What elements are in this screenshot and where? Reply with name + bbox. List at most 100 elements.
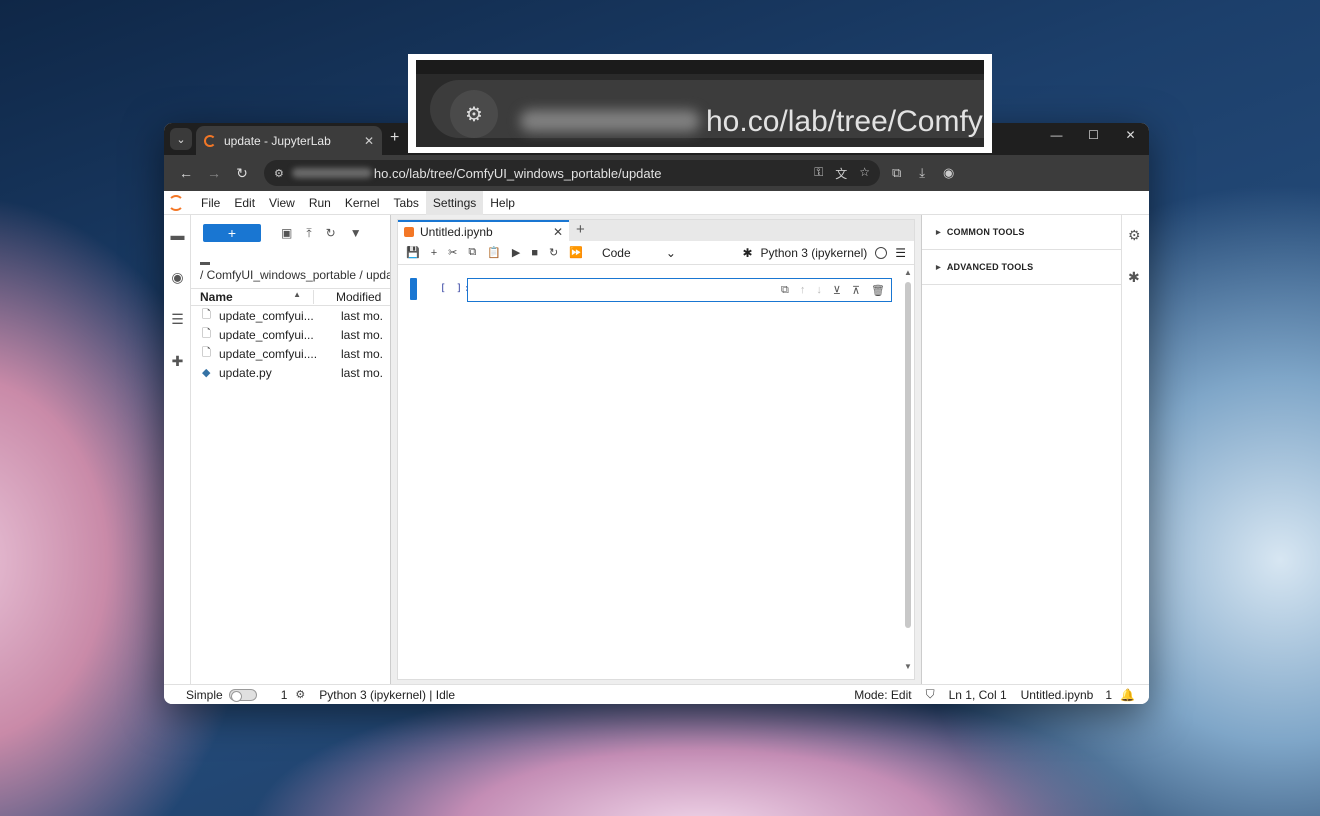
- bell-icon[interactable]: 🔔: [1120, 688, 1135, 702]
- duplicate-cell-icon[interactable]: ⧉: [781, 284, 789, 297]
- cell-type-dropdown[interactable]: Code ⌄: [602, 246, 676, 260]
- simple-mode-toggle[interactable]: [228, 688, 257, 702]
- terminal-count[interactable]: 1: [281, 688, 288, 702]
- new-launcher-button[interactable]: +: [203, 224, 261, 242]
- menu-edit[interactable]: Edit: [227, 191, 262, 215]
- table-of-contents-icon[interactable]: ☰: [169, 311, 186, 328]
- breadcrumb-path[interactable]: / ComfyUI_windows_portable / update: [200, 268, 390, 282]
- list-item[interactable]: 🗋 update_comfyui... last mo.: [191, 306, 390, 325]
- menu-file[interactable]: File: [194, 191, 227, 215]
- minimize-button[interactable]: —: [1038, 123, 1075, 147]
- menu-help[interactable]: Help: [483, 191, 522, 215]
- kernel-name[interactable]: Python 3 (ipykernel): [761, 246, 868, 260]
- file-browser: + ▣ ⤒ ↻ ▼ ▬ / ComfyUI_windows_portable /…: [191, 215, 391, 684]
- list-item[interactable]: 🗋 update_comfyui... last mo.: [191, 325, 390, 344]
- insert-above-icon[interactable]: ⊻: [833, 284, 841, 297]
- shield-check-icon[interactable]: ⛉: [926, 687, 935, 702]
- file-icon: 🗋: [202, 347, 211, 359]
- close-tab-icon[interactable]: ✕: [364, 134, 374, 148]
- profile-icon[interactable]: ◉: [943, 165, 954, 181]
- new-folder-icon[interactable]: ▣: [281, 226, 292, 240]
- advanced-tools-section[interactable]: ▶ ADVANCED TOOLS: [922, 250, 1121, 285]
- notebook-toolbar: 💾 + ✂ ⧉ 📋 ▶ ■ ↻ ⏩ Code ⌄ ✱ Python 3 (ipyk…: [398, 241, 914, 265]
- site-info-icon[interactable]: ⚙: [274, 167, 284, 180]
- debugger-bug-icon[interactable]: ✱: [1128, 269, 1140, 286]
- close-window-button[interactable]: ✕: [1112, 123, 1149, 147]
- back-button[interactable]: ←: [172, 159, 200, 187]
- menu-settings[interactable]: Settings: [425, 190, 484, 215]
- run-icon[interactable]: ▶: [512, 246, 520, 259]
- tab-search-button[interactable]: ⌄: [170, 128, 192, 150]
- fast-forward-icon[interactable]: ⏩: [569, 246, 583, 259]
- copy-icon[interactable]: ⧉: [468, 246, 476, 259]
- menu-tabs[interactable]: Tabs: [387, 191, 426, 215]
- kernel-indicator: ✱ Python 3 (ipykernel) ☰: [742, 246, 906, 260]
- edit-mode-text: Mode: Edit: [854, 687, 912, 702]
- code-cell[interactable]: [ ]: ⧉ ↑ ↓ ⊻ ⊼ 🗑: [410, 278, 894, 302]
- menu-kernel[interactable]: Kernel: [338, 191, 387, 215]
- insert-cell-icon[interactable]: +: [431, 247, 437, 259]
- status-bar: Simple 1 ⚙ Python 3 (ipykernel) | Idle M…: [164, 684, 1149, 704]
- column-name-header[interactable]: Name ▲: [191, 290, 313, 304]
- scroll-down-icon[interactable]: ▼: [904, 662, 912, 671]
- refresh-icon[interactable]: ↻: [326, 226, 336, 240]
- zoom-callout: ⚙ ho.co/lab/tree/ComfyUI_: [408, 54, 992, 153]
- browser-window: ⌄ update - JupyterLab ✕ + — ☐ ✕ ← → ↻ ⚙ …: [164, 123, 1149, 704]
- move-up-icon[interactable]: ↑: [800, 284, 806, 297]
- upload-icon[interactable]: ⤒: [306, 226, 311, 241]
- insert-below-icon[interactable]: ⊼: [852, 284, 860, 297]
- filter-icon[interactable]: ▼: [350, 226, 362, 240]
- browser-toolbar: ← → ↻ ⚙ ho.co/lab/tree/ComfyUI_windows_p…: [164, 155, 1149, 191]
- restart-icon[interactable]: ↻: [549, 246, 558, 259]
- file-name: update_comfyui....: [219, 346, 318, 361]
- cell-editor[interactable]: ⧉ ↑ ↓ ⊻ ⊼ 🗑: [467, 278, 892, 302]
- password-key-icon[interactable]: ⚿: [814, 165, 823, 182]
- file-modified: last mo.: [341, 308, 384, 323]
- cell-collapser[interactable]: [410, 278, 417, 300]
- extensions-puzzle-icon[interactable]: ⧉: [892, 165, 901, 181]
- stop-icon[interactable]: ■: [531, 247, 538, 259]
- notebook-scrollbar[interactable]: ▲ ▼: [904, 268, 912, 671]
- move-down-icon[interactable]: ↓: [816, 284, 822, 297]
- breadcrumb: ▬ / ComfyUI_windows_portable / update: [191, 251, 390, 282]
- close-icon[interactable]: ✕: [553, 225, 563, 239]
- folder-icon[interactable]: ▬: [169, 227, 186, 244]
- list-item[interactable]: 🗋 update_comfyui.... last mo.: [191, 344, 390, 363]
- forward-button[interactable]: →: [200, 159, 228, 187]
- file-list-header: Name ▲ Modified: [191, 288, 390, 306]
- url-text[interactable]: ho.co/lab/tree/ComfyUI_windows_portable/…: [374, 166, 662, 181]
- new-tab-button[interactable]: +: [390, 129, 399, 147]
- property-inspector-gears-icon[interactable]: ⚙: [1128, 227, 1141, 244]
- new-launcher-tab-button[interactable]: +: [576, 221, 585, 238]
- zoom-url-text: ho.co/lab/tree/ComfyUI_: [706, 105, 984, 138]
- terminal-icon[interactable]: ⚙: [295, 688, 305, 701]
- scrollbar-thumb[interactable]: [905, 282, 911, 628]
- common-tools-section[interactable]: ▶ COMMON TOOLS: [922, 215, 1121, 250]
- cursor-position[interactable]: Ln 1, Col 1: [949, 688, 1007, 702]
- tab-untitled-notebook[interactable]: Untitled.ipynb ✕: [398, 220, 569, 242]
- paste-icon[interactable]: 📋: [487, 246, 501, 259]
- running-sessions-icon[interactable]: ◉: [169, 269, 186, 286]
- debugger-bug-icon[interactable]: ✱: [742, 246, 752, 260]
- column-modified-header[interactable]: Modified: [313, 290, 381, 304]
- file-modified: last mo.: [341, 365, 384, 380]
- extension-manager-icon[interactable]: ✚: [169, 353, 186, 370]
- caret-right-icon: ▶: [936, 229, 941, 236]
- download-icon[interactable]: ⤓: [919, 165, 925, 181]
- browser-tab-active[interactable]: update - JupyterLab ✕: [196, 126, 382, 155]
- menu-run[interactable]: Run: [302, 191, 338, 215]
- translate-icon[interactable]: 文: [835, 165, 847, 182]
- bookmark-star-icon[interactable]: ☆: [859, 165, 870, 182]
- reload-button[interactable]: ↻: [228, 159, 256, 187]
- list-item[interactable]: ◆ update.py last mo.: [191, 363, 390, 382]
- root-folder-icon[interactable]: ▬: [200, 257, 390, 268]
- save-icon[interactable]: 💾: [406, 246, 420, 259]
- menu-view[interactable]: View: [262, 191, 302, 215]
- maximize-button[interactable]: ☐: [1075, 123, 1112, 147]
- menu-hamburger-icon[interactable]: ☰: [895, 246, 906, 260]
- delete-cell-icon[interactable]: 🗑: [871, 284, 885, 297]
- cut-icon[interactable]: ✂: [448, 246, 457, 259]
- kernel-status-text[interactable]: Python 3 (ipykernel) | Idle: [319, 688, 455, 702]
- address-bar[interactable]: ⚙ ho.co/lab/tree/ComfyUI_windows_portabl…: [264, 160, 880, 186]
- scroll-up-icon[interactable]: ▲: [904, 268, 912, 277]
